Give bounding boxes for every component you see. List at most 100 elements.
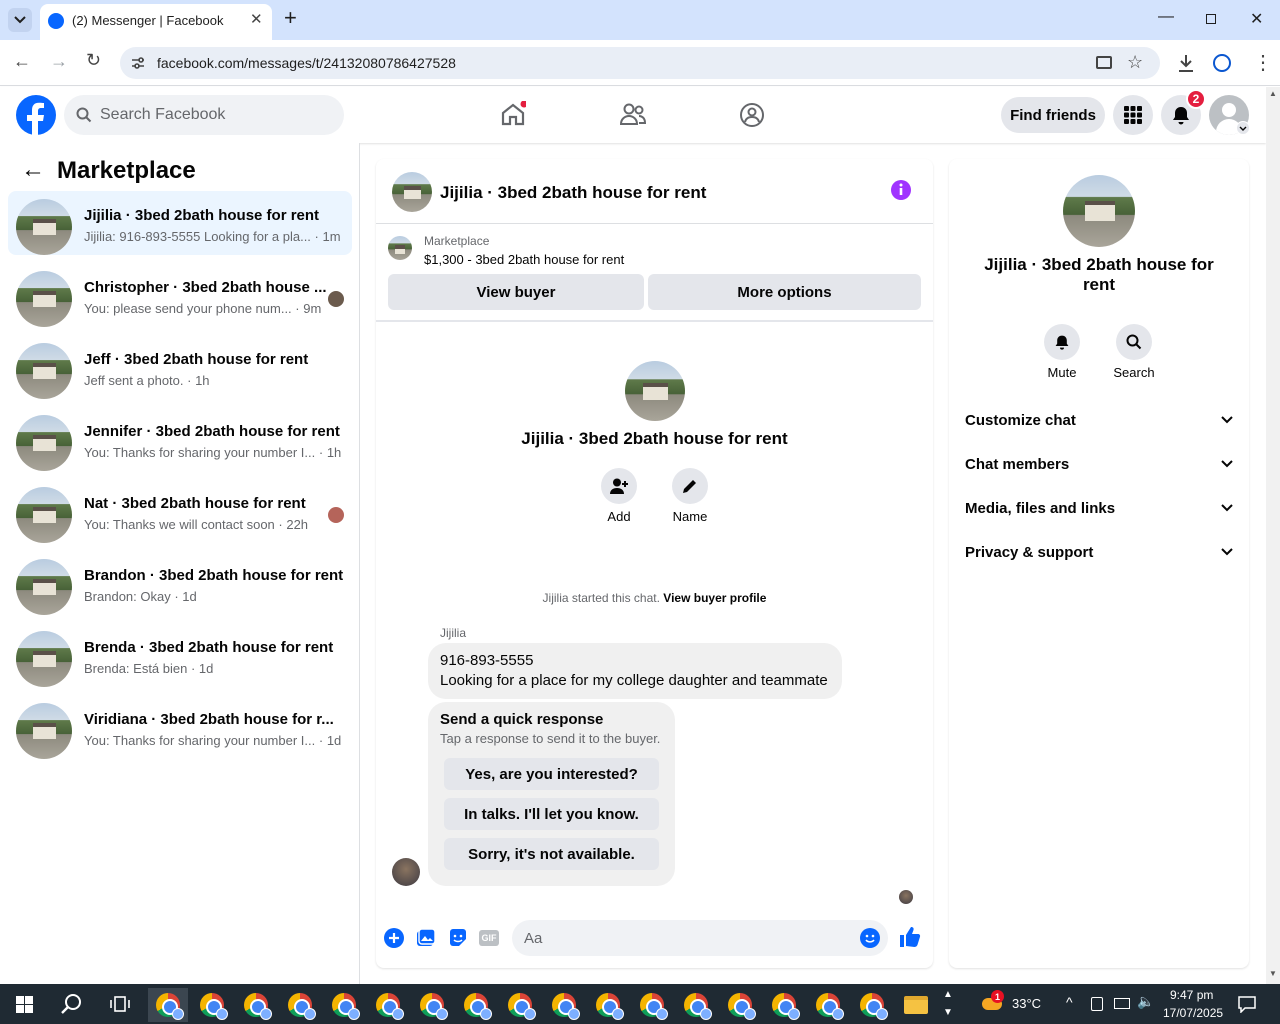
conversation-item[interactable]: Viridiana · 3bed 2bath house for r... Yo… bbox=[8, 695, 352, 759]
weather-icon[interactable]: 1 bbox=[980, 990, 1004, 1012]
chrome-taskbar-icon[interactable] bbox=[676, 988, 716, 1022]
chrome-taskbar-icon[interactable] bbox=[324, 988, 364, 1022]
close-window-icon[interactable]: ✕ bbox=[1250, 9, 1263, 29]
close-tab-icon[interactable]: ✕ bbox=[250, 10, 263, 28]
photo-icon[interactable] bbox=[416, 928, 436, 948]
install-app-icon[interactable] bbox=[1096, 56, 1112, 69]
chrome-taskbar-icon[interactable] bbox=[632, 988, 672, 1022]
restore-icon[interactable] bbox=[1206, 14, 1216, 24]
emoji-icon[interactable] bbox=[860, 928, 880, 948]
gif-icon[interactable]: GIF bbox=[479, 930, 499, 946]
network-icon[interactable] bbox=[1114, 998, 1130, 1009]
sender-avatar[interactable] bbox=[392, 858, 420, 886]
windows-start-icon[interactable] bbox=[16, 996, 33, 1013]
message-bubble[interactable]: 916-893-5555 Looking for a place for my … bbox=[428, 643, 842, 699]
chrome-taskbar-icon[interactable] bbox=[412, 988, 452, 1022]
profile-icon[interactable] bbox=[1213, 54, 1231, 72]
home-icon[interactable] bbox=[500, 101, 526, 127]
facebook-logo-icon[interactable] bbox=[16, 95, 56, 135]
customize-chat-section[interactable]: Customize chat bbox=[965, 400, 1233, 440]
find-friends-button[interactable]: Find friends bbox=[1001, 97, 1105, 133]
friends-icon[interactable] bbox=[620, 102, 646, 126]
chrome-taskbar-icon[interactable] bbox=[456, 988, 496, 1022]
quick-response-button[interactable]: Sorry, it's not available. bbox=[444, 838, 659, 870]
menu-dots-icon[interactable]: ⋮ bbox=[1253, 50, 1273, 75]
groups-icon[interactable] bbox=[739, 102, 765, 128]
chrome-taskbar-icon[interactable] bbox=[544, 988, 584, 1022]
chrome-taskbar-icon[interactable] bbox=[236, 988, 276, 1022]
conversation-item[interactable]: Brenda · 3bed 2bath house for rent Brend… bbox=[8, 623, 352, 687]
task-view-icon[interactable] bbox=[110, 996, 130, 1012]
browser-tab[interactable]: (2) Messenger | Facebook ✕ bbox=[40, 4, 272, 40]
bookmark-star-icon[interactable]: ☆ bbox=[1127, 52, 1143, 73]
message-input-placeholder: Aa bbox=[524, 930, 543, 947]
listing-title[interactable]: $1,300 - 3bed 2bath house for rent bbox=[424, 252, 624, 267]
add-person-icon bbox=[610, 478, 628, 494]
conversation-item[interactable]: Nat · 3bed 2bath house for rent You: Tha… bbox=[8, 479, 352, 543]
chrome-taskbar-icon[interactable] bbox=[280, 988, 320, 1022]
media-files-links-section[interactable]: Media, files and links bbox=[965, 488, 1233, 528]
search-facebook-input[interactable]: Search Facebook bbox=[64, 95, 344, 135]
chrome-taskbar-icon[interactable] bbox=[764, 988, 804, 1022]
url-text: facebook.com/messages/t/2413208078642752… bbox=[157, 55, 456, 71]
chrome-taskbar-icon[interactable] bbox=[808, 988, 848, 1022]
taskbar-search-icon[interactable] bbox=[61, 993, 83, 1015]
show-hidden-icons-icon[interactable]: ^ bbox=[1066, 994, 1073, 1010]
page-scrollbar[interactable]: ▲ ▼ bbox=[1266, 87, 1280, 984]
add-people-button[interactable] bbox=[601, 468, 637, 504]
conversation-preview: Jijilia: 916-893-5555 Looking for a pla.… bbox=[84, 229, 341, 244]
chat-avatar[interactable] bbox=[392, 172, 432, 212]
reload-icon[interactable]: ↻ bbox=[86, 50, 101, 71]
download-icon[interactable] bbox=[1177, 53, 1195, 73]
back-icon[interactable]: ← bbox=[13, 51, 31, 72]
account-chevron-icon[interactable] bbox=[1236, 121, 1250, 135]
chat-members-section[interactable]: Chat members bbox=[965, 444, 1233, 484]
bell-icon bbox=[1173, 107, 1189, 125]
chrome-taskbar-icon[interactable] bbox=[368, 988, 408, 1022]
sticker-icon[interactable] bbox=[448, 928, 468, 948]
minimize-icon[interactable]: — bbox=[1158, 8, 1174, 26]
edit-name-button[interactable] bbox=[672, 468, 708, 504]
chrome-taskbar-icon[interactable] bbox=[148, 988, 188, 1022]
conversation-item[interactable]: Jijilia · 3bed 2bath house for rent Jiji… bbox=[8, 191, 352, 255]
plus-circle-icon[interactable] bbox=[384, 928, 404, 948]
menu-button[interactable] bbox=[1113, 95, 1153, 135]
search-in-chat-button[interactable] bbox=[1116, 324, 1152, 360]
privacy-support-section[interactable]: Privacy & support bbox=[965, 532, 1233, 572]
info-icon[interactable] bbox=[891, 180, 911, 200]
conversation-item[interactable]: Jeff · 3bed 2bath house for rent Jeff se… bbox=[8, 335, 352, 399]
volume-icon[interactable]: 🔈 bbox=[1137, 993, 1154, 1010]
clock-time[interactable]: 9:47 pm bbox=[1170, 988, 1213, 1002]
tab-list-button[interactable] bbox=[8, 8, 32, 32]
omnibox[interactable]: facebook.com/messages/t/2413208078642752… bbox=[120, 47, 1160, 79]
conversation-item[interactable]: Christopher · 3bed 2bath house ... You: … bbox=[8, 263, 352, 327]
listing-thumbnail bbox=[16, 271, 72, 327]
quick-response-subtitle: Tap a response to send it to the buyer. bbox=[440, 731, 661, 746]
clock-date[interactable]: 17/07/2025 bbox=[1163, 1006, 1223, 1020]
chrome-taskbar-icon[interactable] bbox=[588, 988, 628, 1022]
quick-response-button[interactable]: Yes, are you interested? bbox=[444, 758, 659, 790]
more-options-button[interactable]: More options bbox=[648, 274, 921, 310]
meet-now-icon[interactable] bbox=[1091, 997, 1103, 1011]
intro-avatar bbox=[625, 361, 685, 421]
new-tab-icon[interactable]: + bbox=[284, 6, 297, 30]
file-explorer-icon[interactable] bbox=[896, 988, 936, 1022]
forward-icon[interactable]: → bbox=[50, 51, 68, 72]
view-buyer-button[interactable]: View buyer bbox=[388, 274, 644, 310]
temperature[interactable]: 33°C bbox=[1012, 996, 1041, 1011]
chrome-taskbar-icon[interactable] bbox=[720, 988, 760, 1022]
chrome-taskbar-icon[interactable] bbox=[852, 988, 892, 1022]
chrome-taskbar-icon[interactable] bbox=[500, 988, 540, 1022]
quick-response-button[interactable]: In talks. I'll let you know. bbox=[444, 798, 659, 830]
conversation-item[interactable]: Brandon · 3bed 2bath house for rent Bran… bbox=[8, 551, 352, 615]
conversation-item[interactable]: Jennifer · 3bed 2bath house for rent You… bbox=[8, 407, 352, 471]
taskbar-overflow-scroll[interactable]: ▲ ▼ bbox=[940, 986, 956, 1022]
view-buyer-profile-link[interactable]: View buyer profile bbox=[663, 591, 766, 605]
like-thumb-icon[interactable] bbox=[899, 926, 921, 948]
mute-button[interactable] bbox=[1044, 324, 1080, 360]
chat-title[interactable]: Jijilia · 3bed 2bath house for rent bbox=[440, 183, 706, 203]
notification-center-icon[interactable] bbox=[1238, 995, 1256, 1013]
chrome-taskbar-icon[interactable] bbox=[192, 988, 232, 1022]
message-input[interactable]: Aa bbox=[512, 920, 888, 956]
back-arrow-icon[interactable]: ← bbox=[21, 156, 45, 184]
